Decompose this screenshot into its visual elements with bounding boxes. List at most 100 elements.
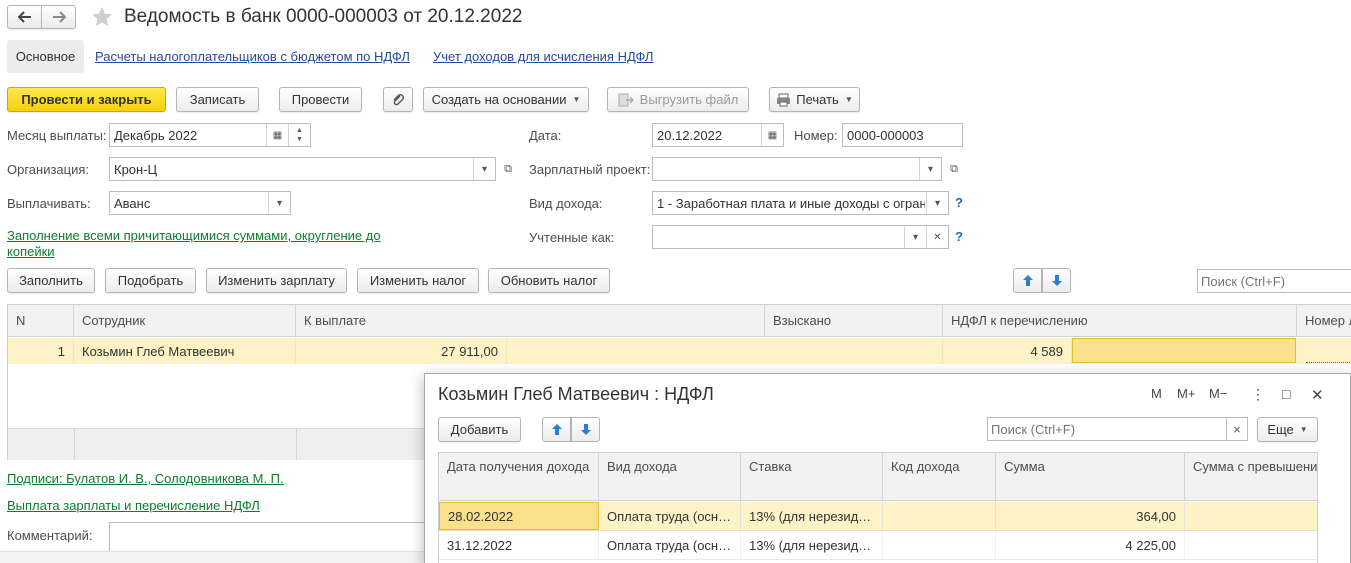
calendar-icon[interactable]: ▦ <box>761 124 783 146</box>
accounted-as-field[interactable]: ▾ ✕ <box>652 225 949 249</box>
col-amount-excess[interactable]: Сумма с превышени <box>1185 453 1317 500</box>
date-value: 20.12.2022 <box>657 127 723 143</box>
cell-ndfl: 4 589 <box>943 338 1072 364</box>
dropdown-icon[interactable]: ▾ <box>926 192 948 214</box>
dropdown-icon[interactable]: ▾ <box>268 192 290 214</box>
month-field[interactable]: Декабрь 2022 ▦ ▲ ▼ <box>109 123 311 147</box>
col-employee[interactable]: Сотрудник <box>74 305 296 336</box>
search-input[interactable] <box>1197 269 1351 293</box>
cell-amount: 4 225,00 <box>996 531 1185 559</box>
printer-icon <box>777 93 791 106</box>
tab-main[interactable]: Основное <box>7 40 84 73</box>
help-icon[interactable]: ? <box>955 229 963 244</box>
pay-value: Аванс <box>114 195 151 211</box>
popup-search-input[interactable] <box>987 417 1227 441</box>
maximize-icon[interactable]: □ <box>1282 386 1290 402</box>
forward-button[interactable] <box>41 5 76 29</box>
col-rate[interactable]: Ставка <box>741 453 883 500</box>
month-value: Декабрь 2022 <box>114 127 198 143</box>
post-and-close-button[interactable]: Провести и закрыть <box>7 87 166 112</box>
save-button[interactable]: Записать <box>176 87 259 112</box>
open-icon[interactable]: ⧉ <box>945 160 963 178</box>
popup-row[interactable]: 28.02.2022 Оплата труда (осн… 13% (для н… <box>439 502 1317 531</box>
col-ndfl[interactable]: НДФЛ к перечислению <box>943 305 1297 336</box>
table-row[interactable]: 1 Козьмин Глеб Матвеевич 27 911,00 4 589 <box>8 338 1351 364</box>
more-vert-icon[interactable]: ⋮ <box>1251 386 1265 403</box>
chevron-down-icon: ▼ <box>844 95 853 104</box>
income-type-field[interactable]: 1 - Заработная плата и иные доходы с огр… <box>652 191 949 215</box>
add-button[interactable]: Добавить <box>438 417 521 442</box>
cell-number-edit[interactable] <box>1306 338 1351 363</box>
cell-recovered <box>765 338 943 364</box>
accounted-as-label: Учтенные как: <box>529 230 615 245</box>
col-n[interactable]: N <box>8 305 74 336</box>
payment-link[interactable]: Выплата зарплаты и перечисление НДФЛ <box>7 498 260 513</box>
change-tax-button[interactable]: Изменить налог <box>357 268 479 293</box>
date-label: Дата: <box>529 128 562 143</box>
popup-search-clear[interactable]: × <box>1226 417 1248 441</box>
arrow-up-icon <box>1022 275 1033 286</box>
arrow-down-icon <box>1051 275 1062 286</box>
export-file-button[interactable]: Выгрузить файл <box>607 87 749 112</box>
calendar-icon[interactable]: ▦ <box>266 124 288 146</box>
col-recovered[interactable]: Взыскано <box>765 305 943 336</box>
cell-rate: 13% (для нерезид… <box>741 502 883 530</box>
memory-plus-icon[interactable]: M+ <box>1177 386 1195 401</box>
popup-row[interactable]: 31.12.2022 Оплата труда (осн… 13% (для н… <box>439 531 1317 560</box>
cell-income-date[interactable]: 28.02.2022 <box>439 502 599 530</box>
move-up-button[interactable] <box>1013 268 1042 293</box>
cell-ndfl-edit[interactable] <box>1072 338 1296 363</box>
post-button[interactable]: Провести <box>279 87 362 112</box>
dropdown-icon[interactable]: ▾ <box>473 158 495 180</box>
memory-icon[interactable]: M <box>1151 386 1162 401</box>
col-income-code[interactable]: Код дохода <box>883 453 996 500</box>
popup-move-down-button[interactable] <box>571 417 600 442</box>
arrow-down-icon <box>580 424 591 435</box>
bottom-strip <box>0 551 424 563</box>
stepper-icon[interactable]: ▲ ▼ <box>288 124 310 146</box>
update-tax-button[interactable]: Обновить налог <box>488 268 610 293</box>
dropdown-icon[interactable]: ▾ <box>904 226 926 248</box>
attach-button[interactable] <box>383 87 413 112</box>
close-icon[interactable]: ✕ <box>1311 386 1324 404</box>
star-icon[interactable] <box>90 5 114 29</box>
signatures-link[interactable]: Подписи: Булатов И. В., Солодовникова М.… <box>7 471 284 486</box>
print-button[interactable]: Печать ▼ <box>769 87 860 112</box>
tab-ndfl-settlements[interactable]: Расчеты налогоплательщиков с бюджетом по… <box>95 49 410 64</box>
salary-project-field[interactable]: ▾ <box>652 157 942 181</box>
cell-income-type: Оплата труда (осн… <box>599 502 741 530</box>
dropdown-icon[interactable]: ▾ <box>919 158 941 180</box>
popup-controls: M M+ M− ⋮ □ ✕ <box>1151 386 1351 406</box>
open-icon[interactable]: ⧉ <box>499 160 517 178</box>
move-down-button[interactable] <box>1042 268 1071 293</box>
popup-move-up-button[interactable] <box>542 417 571 442</box>
cell-rate: 13% (для нерезид… <box>741 531 883 559</box>
pay-field[interactable]: Аванс ▾ <box>109 191 291 215</box>
create-based-on-button[interactable]: Создать на основании ▼ <box>423 87 589 112</box>
income-type-value: 1 - Заработная плата и иные доходы с огр… <box>657 195 925 211</box>
tab-main-label: Основное <box>15 49 76 64</box>
date-field[interactable]: 20.12.2022 ▦ <box>652 123 784 147</box>
comment-label: Комментарий: <box>7 528 93 543</box>
col-to-pay[interactable]: К выплате <box>296 305 765 336</box>
help-icon[interactable]: ? <box>955 195 963 210</box>
tab-ndfl-income[interactable]: Учет доходов для исчисления НДФЛ <box>433 49 653 64</box>
memory-minus-icon[interactable]: M− <box>1209 386 1227 401</box>
pick-button[interactable]: Подобрать <box>105 268 196 293</box>
chevron-down-icon: ▼ <box>572 95 581 104</box>
col-income-type[interactable]: Вид дохода <box>599 453 741 500</box>
clear-icon[interactable]: ✕ <box>926 226 948 248</box>
col-amount[interactable]: Сумма <box>996 453 1185 500</box>
more-button[interactable]: Еще ▼ <box>1257 417 1318 442</box>
col-income-date[interactable]: Дата получения дохода <box>439 453 599 500</box>
number-field[interactable]: 0000-000003 <box>842 123 963 147</box>
back-button[interactable] <box>7 5 42 29</box>
fill-all-link[interactable]: Заполнение всеми причитающимися суммами,… <box>7 228 381 260</box>
change-salary-button[interactable]: Изменить зарплату <box>206 268 347 293</box>
col-number[interactable]: Номер л <box>1297 305 1351 336</box>
ndfl-popup: Козьмин Глеб Матвеевич : НДФЛ M M+ M− ⋮ … <box>424 373 1351 563</box>
org-field[interactable]: Крон-Ц ▾ <box>109 157 496 181</box>
fill-button[interactable]: Заполнить <box>7 268 95 293</box>
cell-income-code <box>883 531 996 559</box>
page-title: Ведомость в банк 0000-000003 от 20.12.20… <box>124 6 523 27</box>
